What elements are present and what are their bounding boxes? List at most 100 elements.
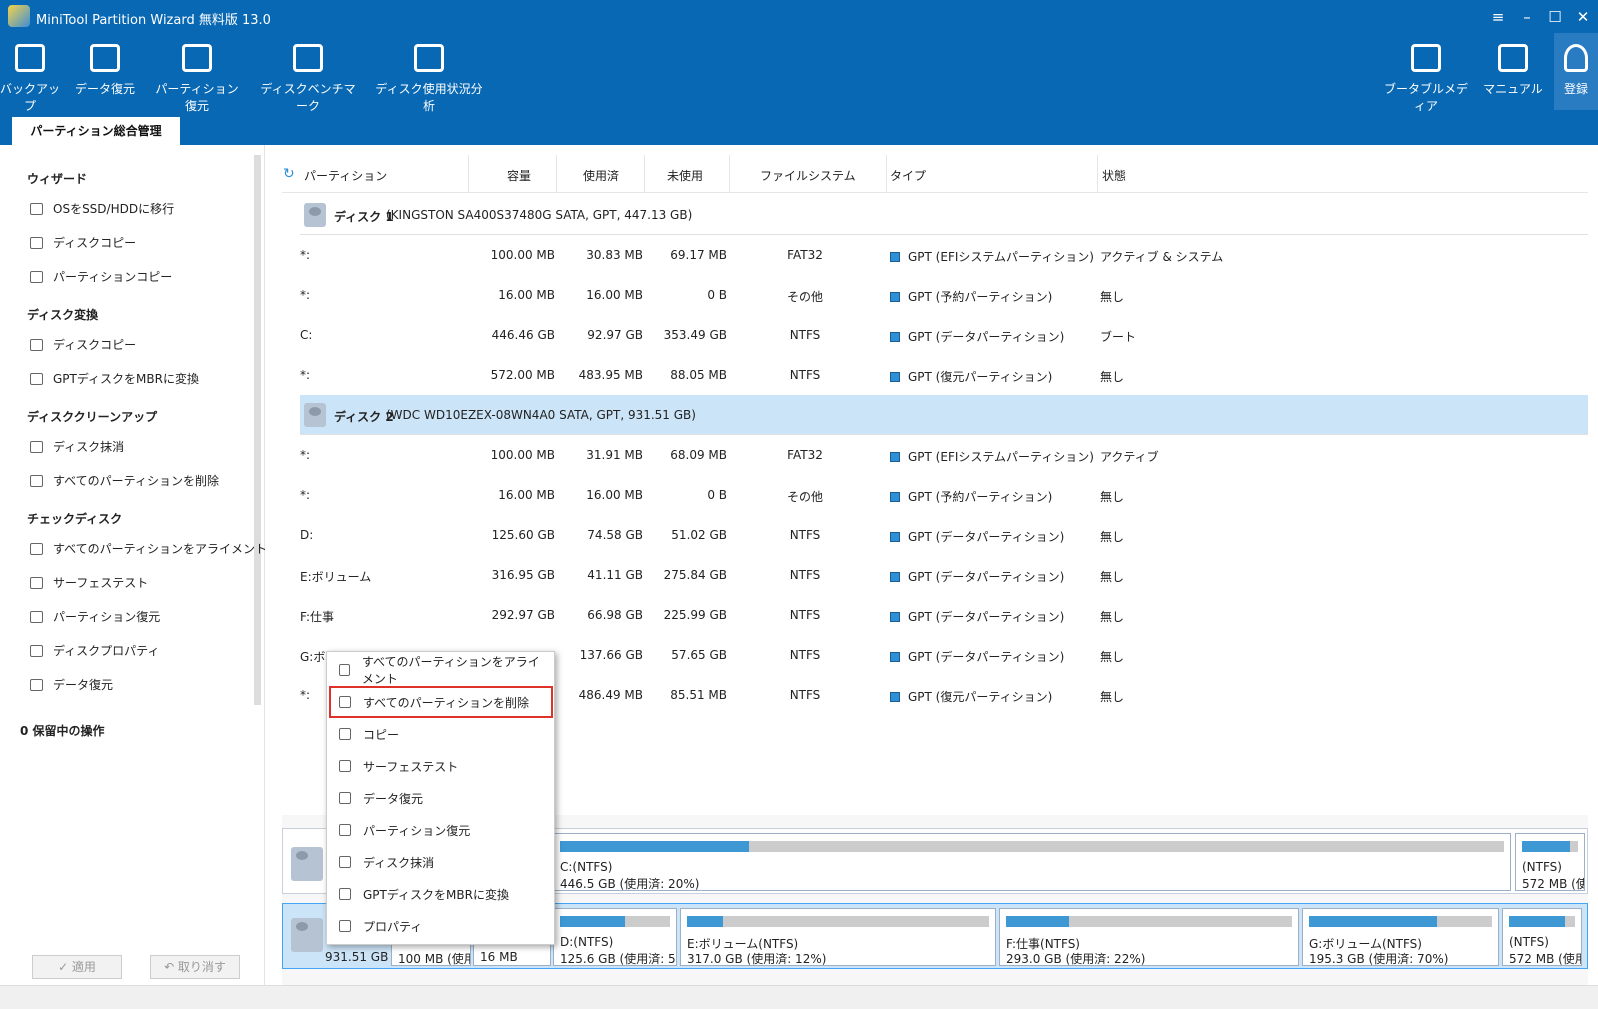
- disk-row[interactable]: ディスク 2 (WDC WD10EZEX-08WN4A0 SATA, GPT, 9…: [300, 395, 1588, 435]
- cell-text: *:: [300, 248, 311, 262]
- sidebar-scrollbar[interactable]: [254, 155, 261, 705]
- partition-row[interactable]: F:仕事 292.97 GB 66.98 GB 225.99 GB NTFS GPT (デ…: [300, 595, 1588, 635]
- sidebar-item[interactable]: GPTディスクをMBRに変換: [30, 370, 199, 387]
- context-menu-item[interactable]: コピー: [331, 720, 551, 748]
- menu-item-label: データ復元: [363, 791, 424, 806]
- context-menu-item[interactable]: サーフェステスト: [331, 752, 551, 780]
- space-analyzer-button[interactable]: ディスク使用状況分析: [374, 40, 484, 113]
- partition-size: 125.6 GB (使用済: 59%): [560, 952, 676, 966]
- partition-row[interactable]: *: 100.00 MB 30.83 MB 69.17 MB FAT32 GPT (EFI…: [300, 235, 1588, 275]
- apply-button[interactable]: ✓ 適用: [32, 955, 122, 979]
- partition-color-icon: [890, 452, 900, 462]
- register-button[interactable]: 登録: [1554, 33, 1598, 110]
- manual-button[interactable]: マニュアル: [1482, 40, 1544, 110]
- sidebar-item[interactable]: ディスクコピー: [30, 234, 136, 251]
- cell: 無し: [1100, 648, 1300, 665]
- cell: 68.09 MB: [637, 448, 727, 462]
- col-unused[interactable]: 未使用: [667, 167, 703, 184]
- partition-recovery-button[interactable]: パーティション復元: [150, 40, 244, 113]
- col-status[interactable]: 状態: [1102, 167, 1126, 184]
- menu-item-label: パーティション復元: [363, 823, 471, 838]
- sidebar-item-label: OSをSSD/HDDに移行: [53, 202, 175, 216]
- cell-text: GPT (EFIシステムパーティション): [908, 250, 1094, 264]
- disk-benchmark-button[interactable]: ディスクベンチマーク: [260, 40, 356, 113]
- partition-block[interactable]: (NTFS) 572 MB (使用: [1515, 833, 1585, 891]
- cell-text: D:: [300, 528, 314, 542]
- partition-block[interactable]: G:ボリューム(NTFS) 195.3 GB (使用済: 70%): [1302, 908, 1499, 966]
- disk2-size: 931.51 GB: [325, 950, 389, 964]
- sidebar-item[interactable]: ディスクプロパティ: [30, 642, 159, 659]
- cell-text: *:: [300, 368, 311, 382]
- header-bar: MiniTool Partition Wizard 無料版 13.0 ≡ – ☐…: [0, 0, 1598, 145]
- minimize-button[interactable]: –: [1516, 6, 1538, 28]
- partition-row[interactable]: *: 16.00 MB 16.00 MB 0 B その他 GPT (予約パーティション) 無…: [300, 275, 1588, 315]
- tab-partition-management[interactable]: パーティション総合管理: [12, 117, 180, 145]
- context-menu-item[interactable]: パーティション復元: [331, 816, 551, 844]
- partition-block[interactable]: F:仕事(NTFS) 293.0 GB (使用済: 22%): [999, 908, 1299, 966]
- partition-row[interactable]: G:ボ 137.66 GB 57.65 GB NTFS GPT (データパーティション)…: [300, 635, 1588, 675]
- cell: NTFS: [760, 528, 850, 542]
- sidebar-item-label: データ復元: [53, 678, 114, 692]
- undo-button[interactable]: ↶ 取り消す: [150, 955, 240, 979]
- col-partition[interactable]: パーティション: [304, 167, 387, 184]
- partition-block[interactable]: D:(NTFS) 125.6 GB (使用済: 59%): [553, 908, 677, 966]
- partition-block[interactable]: E:ボリューム(NTFS) 317.0 GB (使用済: 12%): [680, 908, 996, 966]
- cell: GPT (予約パーティション): [890, 288, 1110, 305]
- col-capacity[interactable]: 容量: [507, 167, 531, 184]
- data-recovery-button[interactable]: データ復元: [72, 40, 138, 110]
- partition-size: 446.5 GB (使用済: 20%): [560, 877, 700, 891]
- label: ディスクベンチマーク: [260, 82, 356, 113]
- sidebar-item[interactable]: OSをSSD/HDDに移行: [30, 200, 174, 217]
- context-menu-item[interactable]: プロパティ: [331, 912, 551, 940]
- partition-row[interactable]: C: 446.46 GB 92.97 GB 353.49 GB NTFS GPT (データ…: [300, 315, 1588, 355]
- cell: 483.95 MB: [553, 368, 643, 382]
- partition-block[interactable]: (NTFS) 572 MB (使用: [1502, 908, 1582, 966]
- data-recovery-icon: [90, 44, 120, 72]
- sidebar-item-icon: [30, 270, 43, 283]
- sidebar-item-icon: [30, 202, 43, 215]
- sidebar-item-icon: [30, 440, 43, 453]
- partition-row[interactable]: *: 100.00 MB 31.91 MB 68.09 MB FAT32 GPT (EFI…: [300, 435, 1588, 475]
- partition-row[interactable]: *: 486.49 MB 85.51 MB NTFS GPT (復元パーティション) 無し: [300, 675, 1588, 715]
- menu-item-icon: [339, 888, 351, 900]
- maximize-button[interactable]: ☐: [1544, 6, 1566, 28]
- bootable-media-button[interactable]: ブータブルメディア: [1380, 40, 1472, 113]
- cell-text: GPT (データパーティション): [908, 650, 1065, 664]
- backup-button[interactable]: バックアップ: [0, 40, 60, 113]
- cell-text: 74.58 GB: [587, 528, 643, 542]
- sidebar-item[interactable]: データ復元: [30, 676, 113, 693]
- partition-row[interactable]: *: 16.00 MB 16.00 MB 0 B その他 GPT (予約パーティション) 無…: [300, 475, 1588, 515]
- partition-block[interactable]: C:(NTFS) 446.5 GB (使用済: 20%): [553, 833, 1511, 891]
- partition-color-icon: [890, 692, 900, 702]
- cell: *:: [300, 488, 480, 502]
- context-menu-item[interactable]: データ復元: [331, 784, 551, 812]
- disk-benchmark-icon: [293, 44, 323, 72]
- refresh-icon[interactable]: ↻: [283, 166, 295, 182]
- disk-row[interactable]: ディスク 1 (KINGSTON SA400S37480G SATA, GPT, …: [300, 195, 1588, 235]
- context-menu-item[interactable]: ディスク抹消: [331, 848, 551, 876]
- app-logo-icon: [8, 5, 30, 27]
- cell: 無し: [1100, 568, 1300, 585]
- sidebar-item[interactable]: パーティション復元: [30, 608, 160, 625]
- label: ディスク使用状況分析: [375, 82, 483, 113]
- sidebar-item[interactable]: ディスクコピー: [30, 336, 136, 353]
- cell: 446.46 GB: [465, 328, 555, 342]
- sidebar-item[interactable]: ディスク抹消: [30, 438, 124, 455]
- partition-row[interactable]: D: 125.60 GB 74.58 GB 51.02 GB NTFS GPT (データパ…: [300, 515, 1588, 555]
- sidebar-item[interactable]: パーティションコピー: [30, 268, 172, 285]
- col-type[interactable]: タイプ: [890, 167, 926, 184]
- cell: *:: [300, 248, 480, 262]
- context-menu-item[interactable]: GPTディスクをMBRに変換: [331, 880, 551, 908]
- sidebar-item[interactable]: サーフェステスト: [30, 574, 148, 591]
- sidebar-item[interactable]: すべてのパーティションを削除: [30, 472, 219, 489]
- sidebar-item[interactable]: すべてのパーティションをアライメント: [30, 540, 267, 557]
- partition-row[interactable]: E:ボリューム 316.95 GB 41.11 GB 275.84 GB NTFS GPT…: [300, 555, 1588, 595]
- col-used[interactable]: 使用済: [583, 167, 619, 184]
- hdd-icon: [304, 203, 326, 227]
- partition-row[interactable]: *: 572.00 MB 483.95 MB 88.05 MB NTFS GPT (復元パ…: [300, 355, 1588, 395]
- menu-icon[interactable]: ≡: [1487, 6, 1509, 28]
- cell-text: NTFS: [789, 328, 821, 342]
- col-filesystem[interactable]: ファイルシステム: [760, 167, 856, 184]
- sidebar-item-label: サーフェステスト: [53, 576, 149, 590]
- close-button[interactable]: ✕: [1572, 6, 1594, 28]
